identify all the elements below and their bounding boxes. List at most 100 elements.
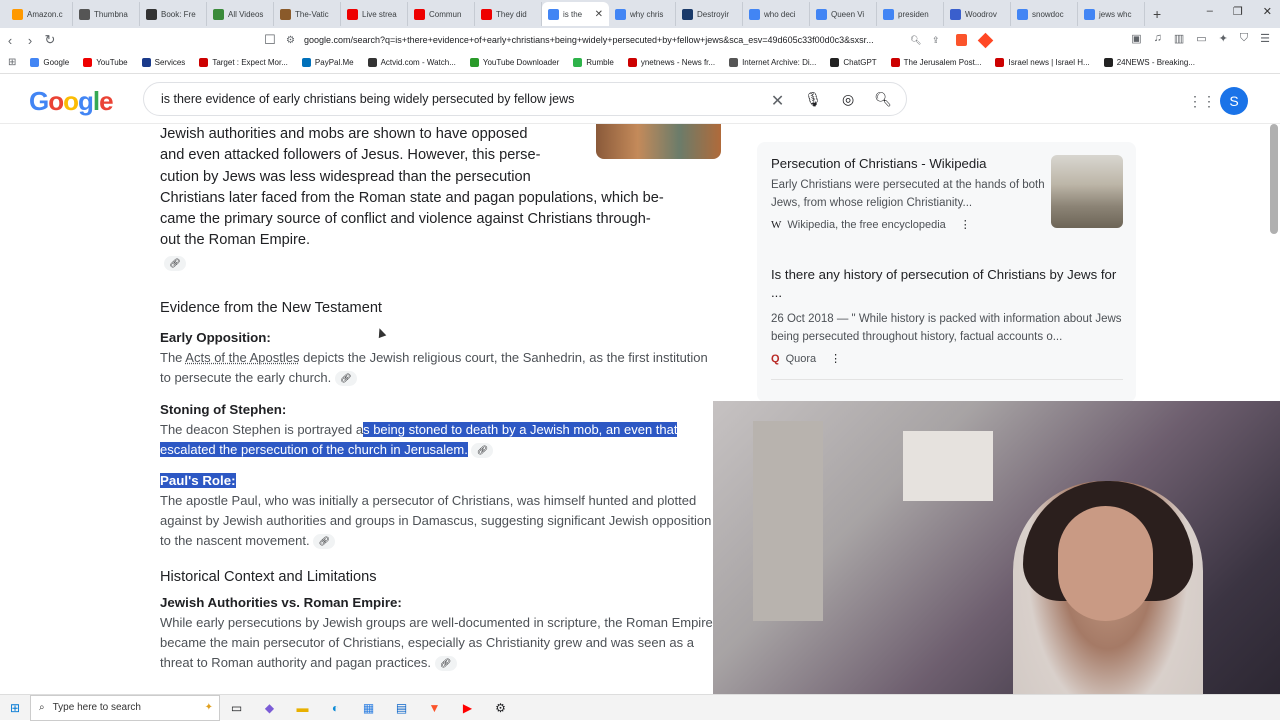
wallet-icon[interactable]: ▭ bbox=[1196, 32, 1206, 45]
close-window-icon[interactable]: ✕ bbox=[1263, 5, 1272, 18]
webcam-background-shelf bbox=[903, 431, 993, 501]
page-scrollbar[interactable] bbox=[1270, 124, 1278, 234]
bookmark-item[interactable]: Google bbox=[30, 58, 69, 67]
new-tab-button[interactable]: + bbox=[1153, 6, 1161, 22]
back-icon[interactable]: ‹ bbox=[0, 33, 20, 48]
browser-tab[interactable]: Book: Fre bbox=[140, 2, 207, 26]
more-options-icon[interactable]: ⋮ bbox=[830, 352, 841, 365]
google-logo[interactable]: Google bbox=[29, 86, 114, 117]
browser-tab[interactable]: why chris bbox=[609, 2, 676, 26]
search-query: is there evidence of early christians be… bbox=[161, 92, 575, 106]
reload-icon[interactable]: ↻ bbox=[40, 32, 60, 48]
source-snippet: 26 Oct 2018 — " While history is packed … bbox=[771, 313, 1122, 343]
bookmark-label: Google bbox=[43, 58, 70, 67]
browser-tab[interactable]: Amazon.c bbox=[6, 2, 73, 26]
bookmark-item[interactable]: Target : Expect Mor... bbox=[199, 58, 288, 67]
bookmark-item[interactable]: The Jerusalem Post... bbox=[890, 58, 981, 67]
brave-rewards-icon[interactable] bbox=[977, 32, 994, 48]
bookmark-favicon-icon bbox=[890, 58, 900, 67]
apps-grid-icon[interactable]: ⊞ bbox=[8, 57, 16, 68]
bookmark-favicon-icon bbox=[83, 58, 93, 67]
extensions-icon[interactable]: ✦ bbox=[1219, 32, 1228, 45]
browser-tab[interactable]: All Videos bbox=[207, 2, 274, 26]
source-title[interactable]: Is there any history of persecution of C… bbox=[771, 266, 1123, 302]
browser-tab[interactable]: presiden bbox=[877, 2, 944, 26]
result-thumbnail[interactable] bbox=[596, 124, 721, 159]
youtube-icon[interactable]: ▶ bbox=[451, 701, 484, 715]
taskbar-search[interactable]: ⌕ Type here to search ✦ bbox=[30, 694, 220, 721]
tab-favicon-icon bbox=[79, 8, 90, 20]
lens-icon[interactable]: ◎ bbox=[842, 91, 854, 111]
site-info-icon[interactable]: ⚙ bbox=[286, 35, 295, 46]
bookmark-label: Internet Archive: Di... bbox=[742, 58, 817, 67]
zoom-icon[interactable]: 🔍︎ bbox=[910, 35, 921, 46]
copilot-icon[interactable]: ◆ bbox=[253, 701, 286, 715]
toolbar-icons: ▣ ♫ ▥ ▭ ✦ ⛉ ☰ bbox=[1131, 32, 1270, 45]
browser-tab[interactable]: The-Vatic bbox=[274, 2, 341, 26]
search-icon[interactable]: 🔍︎ bbox=[874, 91, 892, 111]
browser-tab[interactable]: Thumbna bbox=[73, 2, 140, 26]
address-bar[interactable]: ⚙ google.com/search?q=is+there+evidence+… bbox=[280, 30, 1000, 50]
citation-link-icon[interactable]: 🔗︎ bbox=[164, 256, 186, 272]
shield-icon[interactable]: ⛉ bbox=[1240, 32, 1248, 45]
brave-icon[interactable]: ▼ bbox=[418, 701, 451, 715]
forward-icon[interactable]: › bbox=[20, 33, 40, 48]
screenshot-icon[interactable]: ▣ bbox=[1131, 32, 1141, 45]
browser-tab[interactable]: is the ✕ bbox=[542, 2, 609, 26]
task-view-icon[interactable]: ▭ bbox=[220, 701, 253, 715]
browser-tab[interactable]: Destroyir bbox=[676, 2, 743, 26]
bookmark-item[interactable]: YouTube Downloader bbox=[469, 58, 559, 67]
tab-favicon-icon bbox=[481, 8, 492, 20]
bookmark-item[interactable]: Services bbox=[141, 58, 185, 67]
windows-start-icon[interactable]: ⊞ bbox=[0, 701, 30, 715]
bookmark-item[interactable]: Internet Archive: Di... bbox=[729, 58, 816, 67]
bookmark-item[interactable]: YouTube bbox=[83, 58, 128, 67]
citation-link-icon[interactable]: 🔗︎ bbox=[471, 442, 494, 458]
bookmark-item[interactable]: ChatGPT bbox=[830, 58, 877, 67]
source-snippet: Early Christians were persecuted at the … bbox=[771, 179, 1045, 209]
edge-icon[interactable]: ◐ bbox=[319, 701, 352, 715]
citation-link-icon[interactable]: 🔗︎ bbox=[334, 370, 357, 386]
source-title[interactable]: Persecution of Christians - Wikipedia bbox=[771, 155, 1051, 173]
clear-search-icon[interactable]: ✕ bbox=[771, 91, 784, 111]
voice-search-icon[interactable]: 🎙︎ bbox=[804, 91, 822, 111]
bookmark-favicon-icon bbox=[729, 58, 739, 67]
restore-icon[interactable]: ❐ bbox=[1233, 5, 1243, 18]
acts-link[interactable]: Acts of the Apostles bbox=[185, 350, 299, 365]
browser-tab[interactable]: snowdoc bbox=[1011, 2, 1078, 26]
bookmark-item[interactable]: ynetnews - News fr... bbox=[627, 58, 715, 67]
browser-tab[interactable]: Queen Vi bbox=[810, 2, 877, 26]
close-tab-icon[interactable]: ✕ bbox=[595, 9, 603, 20]
outlook-icon[interactable]: ▤ bbox=[385, 701, 418, 715]
bookmark-item[interactable]: Israel news | Israel H... bbox=[995, 58, 1090, 67]
browser-tab[interactable]: Woodrov bbox=[944, 2, 1011, 26]
brave-shield-icon[interactable] bbox=[956, 34, 967, 46]
source-thumbnail[interactable] bbox=[1051, 155, 1123, 228]
intro-line: Christians later faced from the Roman st… bbox=[160, 189, 664, 206]
browser-tab[interactable]: who deci bbox=[743, 2, 810, 26]
browser-tab[interactable]: Live strea bbox=[341, 2, 408, 26]
bookmark-item[interactable]: Rumble bbox=[573, 58, 614, 67]
bookmark-page-icon[interactable]: ☐ bbox=[260, 32, 280, 48]
browser-tab[interactable]: They did bbox=[475, 2, 542, 26]
menu-icon[interactable]: ☰ bbox=[1260, 32, 1270, 45]
search-input[interactable]: is there evidence of early christians be… bbox=[143, 82, 907, 116]
bookmark-item[interactable]: 24NEWS - Breaking... bbox=[1103, 58, 1195, 67]
avatar[interactable]: S bbox=[1220, 87, 1248, 115]
citation-link-icon[interactable]: 🔗︎ bbox=[434, 655, 457, 671]
bookmark-item[interactable]: PayPal.Me bbox=[301, 58, 354, 67]
citation-link-icon[interactable]: 🔗︎ bbox=[313, 533, 336, 549]
share-icon[interactable]: ⇪ bbox=[932, 35, 940, 46]
browser-tab[interactable]: Commun bbox=[408, 2, 475, 26]
bookmark-favicon-icon bbox=[627, 58, 637, 67]
more-options-icon[interactable]: ⋮ bbox=[960, 218, 971, 231]
sidebar-icon[interactable]: ▥ bbox=[1174, 32, 1184, 45]
source-card[interactable]: Is there any history of persecution of C… bbox=[771, 266, 1123, 380]
minimize-icon[interactable]: – bbox=[1207, 5, 1213, 18]
browser-tab[interactable]: jews whc bbox=[1078, 2, 1145, 26]
store-icon[interactable]: ▦ bbox=[352, 701, 385, 715]
file-explorer-icon[interactable]: ▬ bbox=[286, 701, 319, 715]
bookmark-item[interactable]: Actvid.com - Watch... bbox=[367, 58, 456, 67]
music-icon[interactable]: ♫ bbox=[1154, 32, 1162, 45]
chatgpt-icon[interactable]: ⚙ bbox=[484, 701, 517, 715]
